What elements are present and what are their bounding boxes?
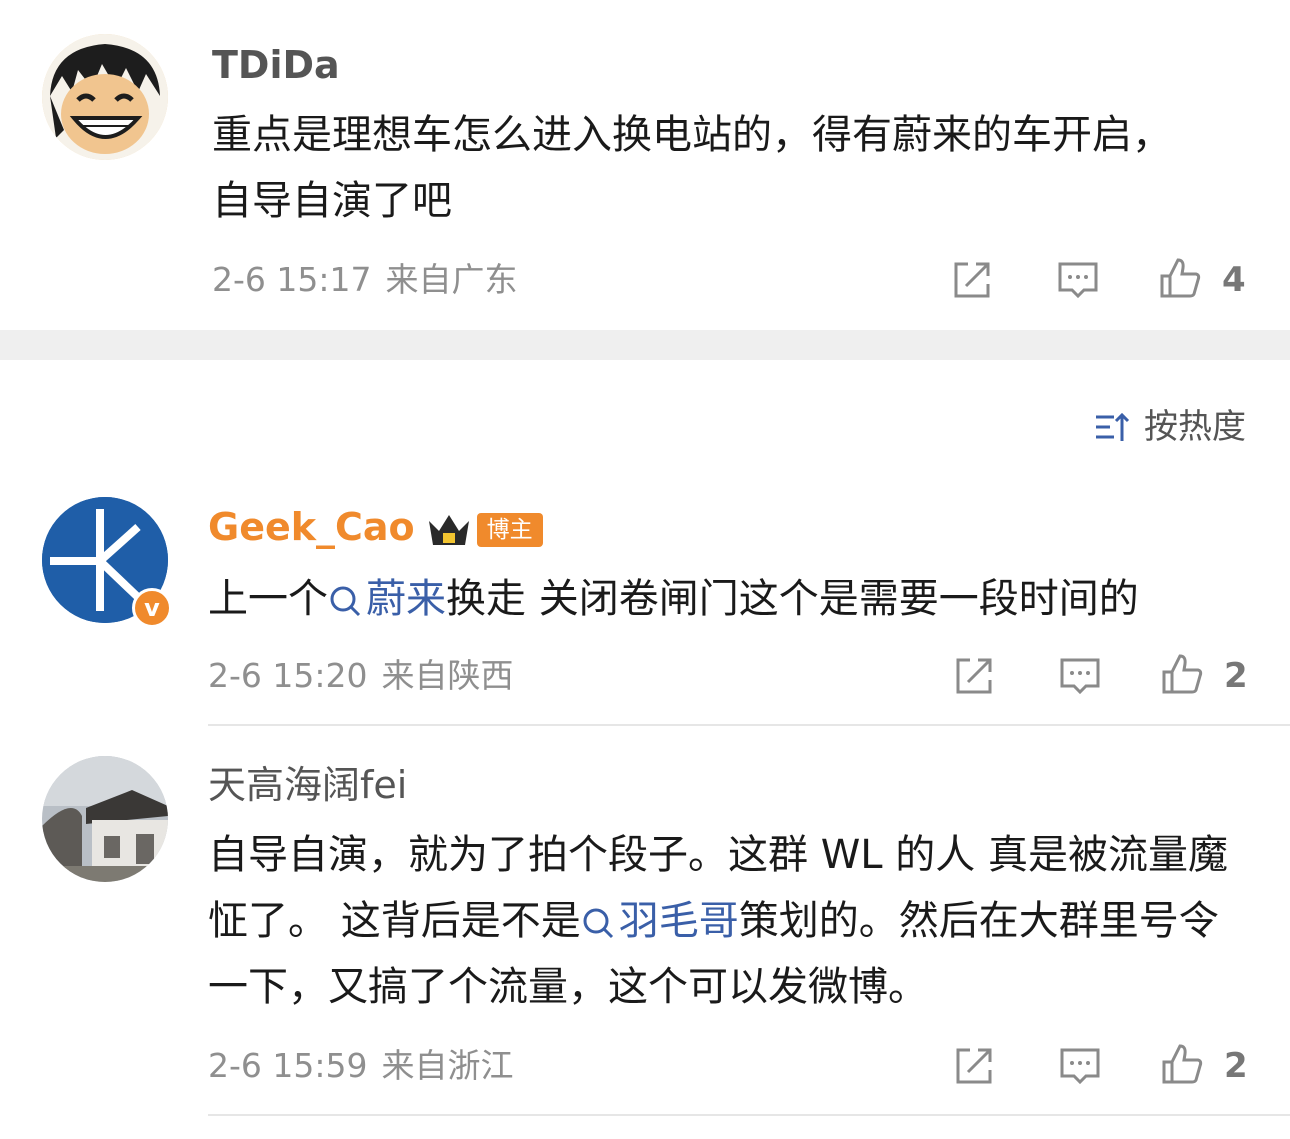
comment-meta: 2-6 15:59 来自浙江 bbox=[208, 1046, 514, 1086]
search-icon bbox=[330, 586, 361, 617]
topic-link[interactable]: 羽毛哥 bbox=[581, 898, 739, 944]
verified-badge: v bbox=[132, 588, 172, 628]
comment-icon[interactable] bbox=[1058, 1044, 1102, 1088]
comment-username[interactable]: Geek_Cao 博主 bbox=[208, 504, 543, 550]
avatar[interactable] bbox=[42, 756, 168, 882]
divider bbox=[208, 1114, 1290, 1116]
topic-text: 羽毛哥 bbox=[618, 898, 739, 944]
share-icon[interactable] bbox=[952, 1044, 996, 1088]
comment-username[interactable]: 天高海阔fei bbox=[208, 762, 407, 808]
comment-text: 上一个 蔚来换走 关闭卷闸门这个是需要一段时间的 bbox=[208, 566, 1268, 632]
search-icon bbox=[583, 908, 613, 939]
comment-meta: 2-6 15:20 来自陕西 bbox=[208, 656, 514, 696]
topic-link[interactable]: 蔚来 bbox=[328, 576, 446, 622]
crown-icon bbox=[428, 514, 469, 545]
comment-icon[interactable] bbox=[1056, 258, 1100, 302]
topic-text: 蔚来 bbox=[366, 576, 446, 622]
share-icon[interactable] bbox=[950, 258, 994, 302]
section-separator bbox=[0, 330, 1290, 360]
like-count: 2 bbox=[1224, 656, 1248, 696]
comment-time: 2-6 15:17 bbox=[212, 260, 372, 299]
comment-location: 来自陕西 bbox=[381, 656, 514, 695]
like-icon[interactable] bbox=[1160, 1042, 1204, 1086]
like-count: 2 bbox=[1224, 1046, 1248, 1086]
house-photo-icon bbox=[42, 756, 168, 882]
comment-time: 2-6 15:20 bbox=[208, 656, 368, 695]
comment-text: 自导自演，就为了拍个段子。这群 WL 的人 真是被流量魔怔了。 这背后是不是 羽毛… bbox=[208, 822, 1258, 1020]
text-after: 换走 关闭卷闸门这个是需要一段时间的 bbox=[446, 576, 1139, 622]
like-count: 4 bbox=[1222, 260, 1246, 300]
comment-username[interactable]: TDiDa bbox=[212, 42, 340, 88]
divider bbox=[208, 724, 1290, 726]
sort-icon bbox=[1096, 412, 1130, 441]
cartoon-avatar-icon bbox=[42, 34, 168, 160]
like-icon[interactable] bbox=[1158, 256, 1202, 300]
sort-button[interactable]: 按热度 bbox=[1092, 406, 1246, 448]
sort-label: 按热度 bbox=[1144, 407, 1246, 447]
text-before: 上一个 bbox=[208, 576, 328, 622]
like-icon[interactable] bbox=[1160, 652, 1204, 696]
comment-text: 重点是理想车怎么进入换电站的，得有蔚来的车开启，自导自演了吧 bbox=[212, 112, 1172, 224]
host-badge: 博主 bbox=[476, 512, 543, 547]
username-text: Geek_Cao bbox=[208, 505, 415, 549]
avatar[interactable] bbox=[42, 34, 168, 160]
comment-location: 来自广东 bbox=[385, 260, 518, 299]
share-icon[interactable] bbox=[952, 654, 996, 698]
comment-time: 2-6 15:59 bbox=[208, 1046, 368, 1085]
comment-meta: 2-6 15:17 来自广东 bbox=[212, 260, 518, 300]
comment-location: 来自浙江 bbox=[381, 1046, 514, 1085]
comment-icon[interactable] bbox=[1058, 654, 1102, 698]
